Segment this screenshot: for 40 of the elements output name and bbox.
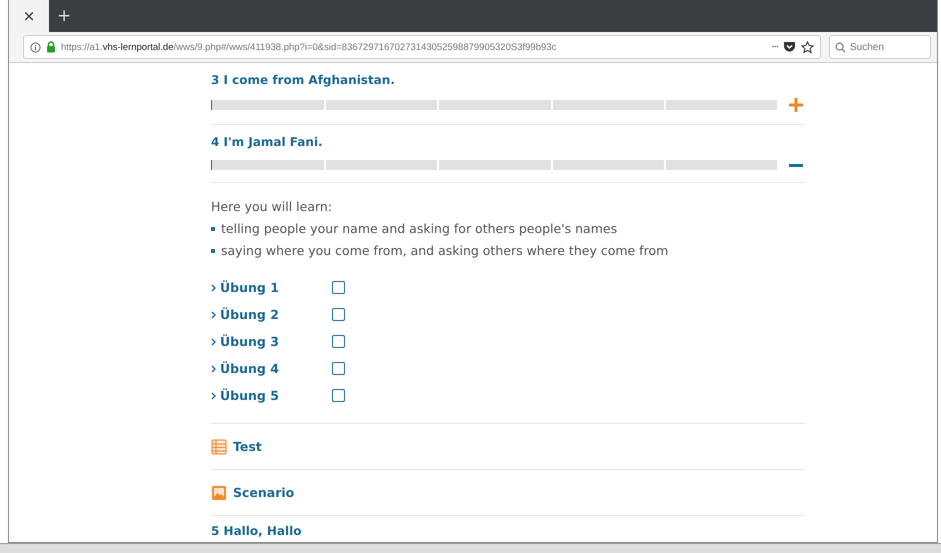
- bullet-icon: [211, 249, 215, 253]
- exercise-link[interactable]: Übung 4: [220, 361, 328, 376]
- bullet-icon: [211, 227, 215, 231]
- checkbox[interactable]: [332, 335, 345, 348]
- checkbox[interactable]: [332, 281, 345, 294]
- lesson-title[interactable]: 4 I'm Jamal Fani.: [211, 135, 323, 149]
- checkbox[interactable]: [332, 362, 345, 375]
- collapse-icon[interactable]: [789, 164, 803, 166]
- more-menu-button[interactable]: ···: [771, 42, 778, 52]
- list-icon: [211, 438, 227, 454]
- new-tab-button[interactable]: +: [57, 6, 72, 26]
- checkbox[interactable]: [332, 308, 345, 321]
- chevron-icon: [211, 392, 216, 400]
- lock-icon: [46, 41, 56, 53]
- url-text: https://a1.vhs-lernportal.de/wws/9.php#/wws/411938.php?i=0&sid=83672971670273143052598879905320S3f99b93c: [61, 42, 558, 52]
- section-link[interactable]: Scenario: [233, 485, 294, 500]
- exercise-link[interactable]: Übung 5: [220, 388, 328, 403]
- search-field[interactable]: Suchen: [829, 35, 931, 59]
- checkbox[interactable]: [332, 389, 345, 402]
- lesson-title[interactable]: 3 I come from Afghanistan.: [211, 73, 395, 87]
- goal-text: saying where you come from, and asking others where they come from: [221, 242, 668, 260]
- close-tab-button[interactable]: ×: [22, 7, 36, 25]
- exercise-link[interactable]: Übung 2: [220, 307, 328, 322]
- lesson-title[interactable]: 5 Hallo, Hallo: [211, 524, 302, 538]
- chevron-icon: [211, 364, 216, 372]
- exercise-link[interactable]: Übung 1: [220, 280, 328, 295]
- section-link[interactable]: Test: [233, 439, 262, 454]
- search-icon: [835, 42, 846, 52]
- pocket-icon[interactable]: [783, 41, 796, 53]
- info-icon[interactable]: [30, 42, 41, 52]
- chevron-icon: [211, 338, 216, 346]
- exercise-link[interactable]: Übung 3: [220, 334, 328, 349]
- intro-text: Here you will learn:: [211, 199, 334, 214]
- chevron-icon: [211, 284, 216, 292]
- picture-icon: [211, 484, 227, 500]
- goal-text: telling people your name and asking for others people's names: [221, 220, 618, 238]
- chevron-icon: [211, 310, 216, 318]
- browser-tab[interactable]: ×: [9, 0, 49, 32]
- star-icon[interactable]: [801, 40, 814, 54]
- address-bar[interactable]: https://a1.vhs-lernportal.de/wws/9.php#/wws/411938.php?i=0&sid=83672971670273143052598879905320S3f99b93c ···: [23, 35, 821, 59]
